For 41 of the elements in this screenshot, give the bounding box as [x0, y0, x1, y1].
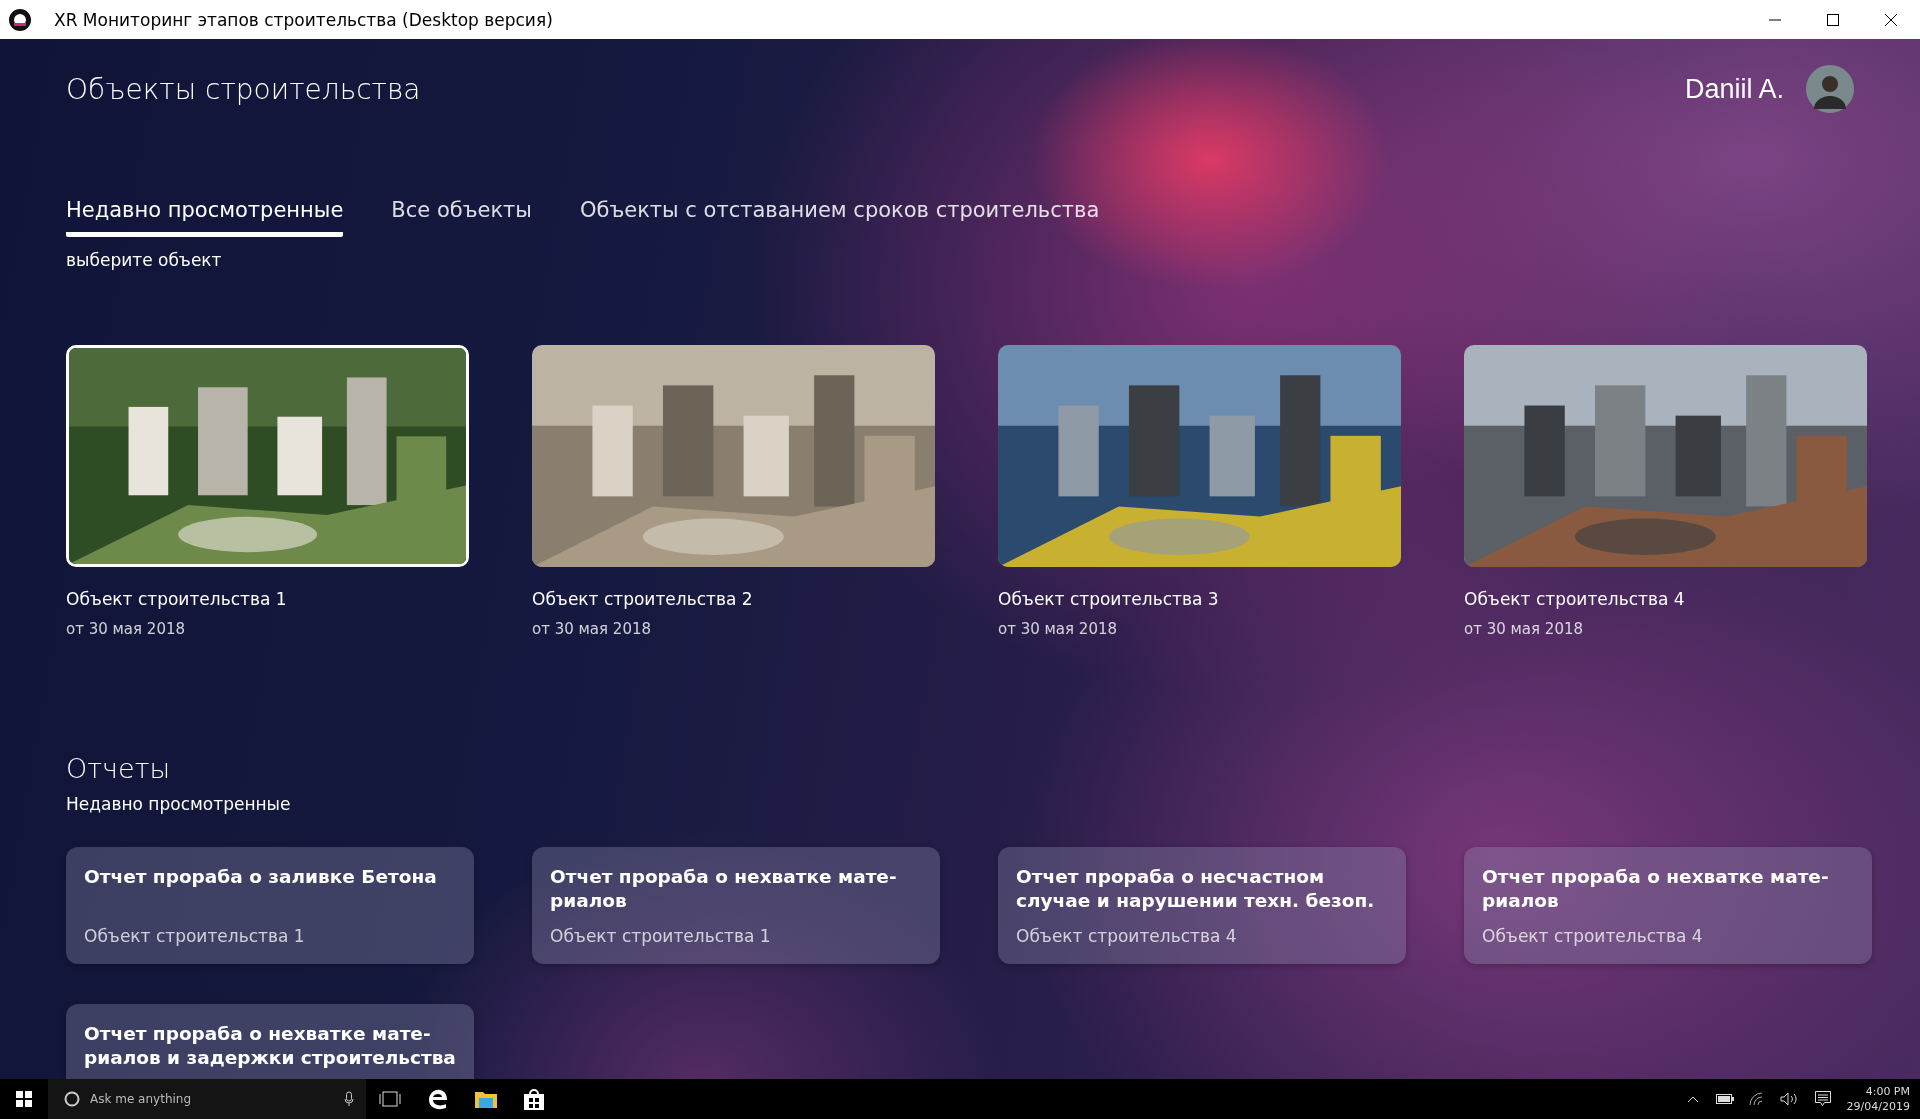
object-name: Объект строительства 1 — [66, 589, 288, 609]
clock-time: 4:00 PM — [1865, 1084, 1910, 1099]
object-date: от 30 мая 2018 — [998, 620, 1118, 638]
object-name: Объект строительства 4 — [1464, 589, 1686, 609]
windows-logo-icon — [16, 1091, 32, 1107]
report-object: Объект строительства 4 — [1016, 926, 1238, 946]
app-logo-icon — [8, 7, 32, 32]
tab[interactable]: Объекты с отставанием сроков строительства — [579, 198, 1100, 237]
report-card[interactable]: Отчет прораба о несчастном случае и нарушении техн. безоп. Объект строительства 4 — [998, 847, 1406, 964]
report-title: Отчет прораба о нехватке мате- риалов — [550, 865, 898, 913]
object-date: от 30 мая 2018 — [66, 620, 186, 638]
microphone-icon[interactable] — [344, 1091, 354, 1107]
search-field[interactable]: Ask me anything — [48, 1079, 366, 1119]
report-object: Объект строительства 1 — [84, 926, 306, 946]
report-card[interactable]: Отчет прораба о нехватке мате- риалов Объект строительства 1 — [532, 847, 940, 964]
clock-date: 29/04/2019 — [1846, 1099, 1910, 1114]
hint-text: выберите объект — [66, 250, 223, 270]
report-card[interactable]: Отчет прораба о заливке Бетона Объект строительства 1 — [66, 847, 474, 964]
page-title: Объекты строительства — [66, 72, 421, 106]
object-name: Объект строительства 3 — [998, 589, 1220, 609]
report-title: Отчет прораба о заливке Бетона — [84, 865, 438, 889]
object-date: от 30 мая 2018 — [1464, 620, 1584, 638]
object-name: Объект строительства 2 — [532, 589, 754, 609]
report-title: Отчет прораба о несчастном случае и нарушении техн. безоп. — [1016, 865, 1376, 913]
close-icon — [1885, 13, 1897, 26]
tab[interactable]: Все объекты — [391, 198, 532, 237]
cortana-icon — [64, 1091, 80, 1107]
section-title: Отчеты — [66, 753, 172, 784]
report-object: Объект строительства 1 — [550, 926, 772, 946]
maximize-icon — [1827, 13, 1839, 26]
report-title: Отчет прораба о нехватке мате- риалов — [1482, 865, 1830, 913]
search-placeholder: Ask me anything — [90, 1092, 193, 1106]
window-title: XR Мониторинг этапов строительства (Desktop версия) — [54, 9, 553, 30]
user-name[interactable]: Daniil A. — [1684, 73, 1784, 105]
tab[interactable]: Недавно просмотренные — [66, 198, 344, 237]
report-title: Отчет прораба о нехватке мате- риалов и задержки строительства — [84, 1022, 456, 1070]
report-object: Объект строительства 4 — [1482, 926, 1704, 946]
avatar[interactable] — [1806, 65, 1854, 113]
section-subtitle: Недавно просмотренные — [66, 794, 292, 814]
report-card[interactable]: Отчет прораба о нехватке мате- риалов Объект строительства 4 — [1464, 847, 1872, 964]
object-date: от 30 мая 2018 — [532, 620, 652, 638]
